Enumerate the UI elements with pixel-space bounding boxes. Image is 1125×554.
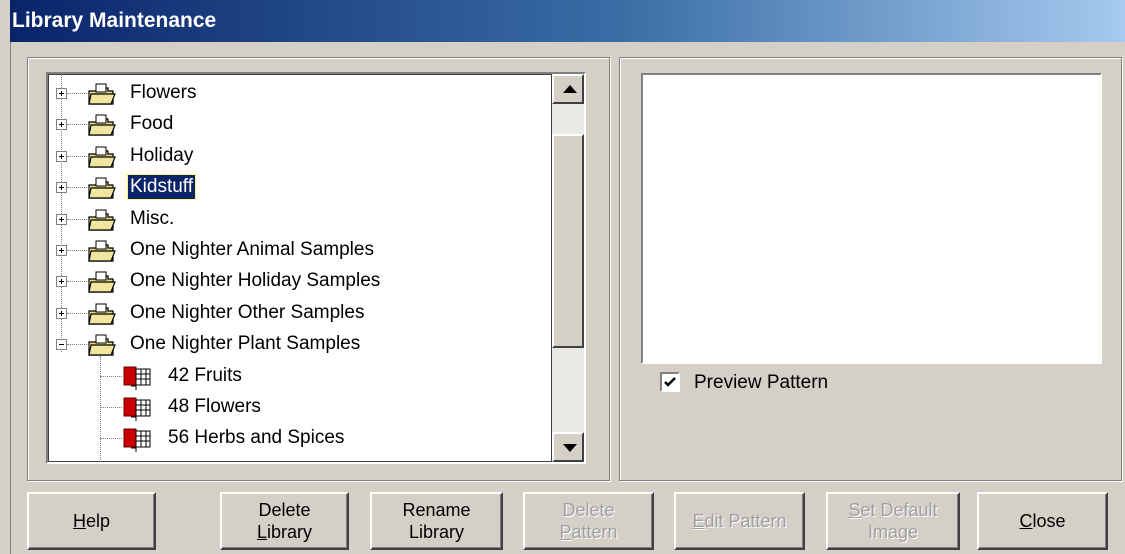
tree-folder-label: Kidstuff <box>126 174 197 201</box>
tree-folder-label: Holiday <box>130 144 194 166</box>
delete-pattern-button[interactable]: Delete Pattern <box>523 492 654 550</box>
tree-folder-item[interactable]: Flowers <box>48 78 553 109</box>
tree-pattern-label: 56 Herbs and Spices <box>168 427 345 449</box>
folder-icon <box>86 208 116 232</box>
tree-connector <box>67 344 87 346</box>
help-button-label: Help <box>72 511 111 531</box>
expand-icon[interactable] <box>56 88 67 99</box>
scroll-thumb[interactable] <box>552 134 584 348</box>
expand-icon[interactable] <box>56 182 67 194</box>
tree-folder-item[interactable]: Food <box>48 109 553 140</box>
folder-icon <box>86 113 116 137</box>
scroll-down-button[interactable] <box>552 432 584 462</box>
folder-icon <box>86 82 116 106</box>
expand-icon[interactable] <box>56 119 67 131</box>
tree-connector <box>67 187 87 189</box>
tree-connector <box>67 250 87 251</box>
arrow-down-icon <box>563 444 577 452</box>
close-button[interactable]: Close <box>977 492 1108 550</box>
tree-scrollbar[interactable] <box>552 74 584 462</box>
tree-pattern-label: 42 Fruits <box>168 364 242 386</box>
tree-connector <box>67 312 87 314</box>
tree-connector <box>100 375 122 377</box>
expand-icon[interactable] <box>56 276 67 288</box>
set-default-image-button[interactable]: Set Default Image <box>826 492 960 550</box>
tree-folder-label: Food <box>130 113 174 135</box>
tree-connector <box>67 218 87 220</box>
pattern-icon <box>122 426 154 453</box>
scroll-up-button[interactable] <box>552 74 584 104</box>
delete-library-button[interactable]: Delete Library <box>220 492 349 550</box>
tree-folder-label: One Nighter Plant Samples <box>130 333 361 355</box>
tree-folder-label: One Nighter Holiday Samples <box>130 270 381 292</box>
window-left-edge <box>0 0 11 554</box>
library-tree[interactable]: Flowers Food Holiday Kidstuff Misc. One Night… <box>46 72 586 464</box>
checkmark-icon <box>664 377 676 387</box>
tree-folder-item[interactable]: One Nighter Plant Samples <box>48 329 553 360</box>
tree-pattern-item[interactable]: 48 Flowers <box>48 392 553 423</box>
help-button[interactable]: Help <box>27 492 156 550</box>
folder-icon <box>86 270 116 294</box>
tree-folder-label: Flowers <box>130 82 197 103</box>
delete-library-label: Delete Library <box>256 500 313 542</box>
tree-connector <box>67 93 87 94</box>
collapse-icon[interactable] <box>56 339 67 351</box>
pattern-preview-area <box>641 73 1102 364</box>
rename-library-button[interactable]: Rename Library <box>370 492 503 550</box>
folder-icon <box>86 176 116 200</box>
tree-pattern-label: 48 Flowers <box>168 396 261 417</box>
pattern-icon <box>122 395 154 421</box>
tree-pattern-item[interactable]: 56 Herbs and Spices <box>48 423 553 454</box>
title-bar: Library Maintenance <box>10 0 1125 42</box>
tree-pattern-item[interactable]: 42 Fruits <box>48 361 553 392</box>
preview-pattern-label: Preview Pattern <box>694 372 829 393</box>
folder-icon <box>86 145 116 169</box>
expand-icon[interactable] <box>56 307 67 319</box>
delete-pattern-label: Delete Pattern <box>559 500 618 542</box>
tree-folder-item[interactable]: Kidstuff <box>48 172 553 203</box>
tree-folder-label: Misc. <box>130 207 175 229</box>
rename-library-label: Rename Library <box>402 500 471 542</box>
edit-pattern-label: Edit Pattern <box>692 511 787 531</box>
folder-icon <box>86 239 116 263</box>
tree-items: Flowers Food Holiday Kidstuff Misc. One Night… <box>48 74 552 462</box>
close-button-label: Close <box>1019 511 1066 531</box>
folder-icon <box>86 302 116 326</box>
tree-folder-item[interactable]: One Nighter Animal Samples <box>48 235 553 266</box>
tree-connector <box>100 407 122 408</box>
tree-connector <box>67 155 87 157</box>
window-title: Library Maintenance <box>12 9 217 32</box>
edit-pattern-button[interactable]: Edit Pattern <box>674 492 805 550</box>
tree-folder-label: One Nighter Other Samples <box>130 301 365 323</box>
tree-folder-item[interactable]: One Nighter Holiday Samples <box>48 266 553 297</box>
folder-icon <box>86 333 116 357</box>
preview-pattern-checkbox[interactable] <box>660 372 680 392</box>
tree-folder-item[interactable]: One Nighter Other Samples <box>48 298 553 329</box>
expand-icon[interactable] <box>56 150 67 162</box>
tree-folder-item[interactable]: Misc. <box>48 204 553 235</box>
tree-connector <box>67 281 87 283</box>
tree-connector <box>100 438 122 440</box>
pattern-icon <box>122 364 154 390</box>
arrow-up-icon <box>563 85 577 93</box>
expand-icon[interactable] <box>56 245 67 256</box>
set-default-image-label: Set Default Image <box>848 500 938 542</box>
expand-icon[interactable] <box>56 213 67 225</box>
tree-folder-label: One Nighter Animal Samples <box>130 239 374 260</box>
tree-connector <box>67 124 87 126</box>
tree-folder-item[interactable]: Holiday <box>48 141 553 172</box>
